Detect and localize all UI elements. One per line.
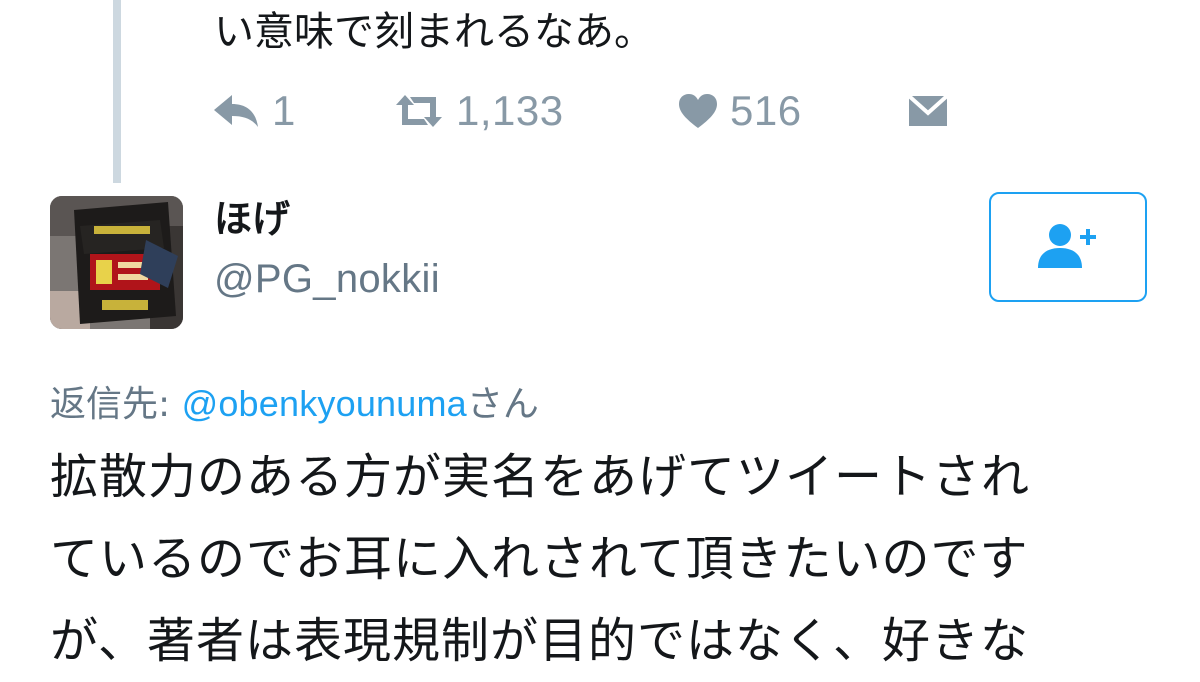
reply-count: 1: [272, 87, 296, 134]
user-handle[interactable]: @PG_nokkii: [214, 254, 440, 304]
add-user-icon: [1036, 220, 1100, 274]
retweet-count: 1,133: [456, 87, 564, 134]
like-count: 516: [730, 87, 802, 134]
direct-message-button[interactable]: [908, 85, 948, 137]
like-button[interactable]: 516: [678, 85, 802, 137]
heart-icon: [678, 93, 718, 129]
envelope-icon: [908, 95, 948, 127]
reply-suffix: さん: [466, 384, 539, 425]
reply-icon: [212, 93, 260, 129]
reply-mention-link[interactable]: @obenkyounuma: [182, 383, 467, 424]
tweet-body-line: ているのでお耳に入れされて頂きたいのです: [50, 531, 1029, 587]
tweet-body-line: が、著者は表現規制が目的ではなく、好きな: [50, 613, 1030, 669]
retweet-icon: [394, 93, 444, 129]
avatar[interactable]: [50, 196, 183, 329]
tweet-body-line: 拡散力のある方が実名をあげてツイートされ: [50, 449, 1031, 505]
retweet-button[interactable]: 1,133: [394, 85, 564, 137]
display-name[interactable]: ほげ: [214, 194, 290, 244]
reply-prefix: 返信先:: [50, 384, 182, 425]
follow-button[interactable]: [989, 192, 1147, 302]
reply-context: 返信先: @obenkyounumaさん: [50, 380, 539, 429]
reply-button[interactable]: 1: [212, 85, 296, 137]
previous-tweet-text: い意味で刻まれるなあ。: [214, 9, 654, 55]
thread-connector-line: [113, 0, 121, 183]
tweet-action-bar: 1 1,133 516: [212, 85, 972, 137]
tweet-body: 拡散力のある方が実名をあげてツイートされ ているのでお耳に入れされて頂きたいので…: [50, 436, 1180, 682]
